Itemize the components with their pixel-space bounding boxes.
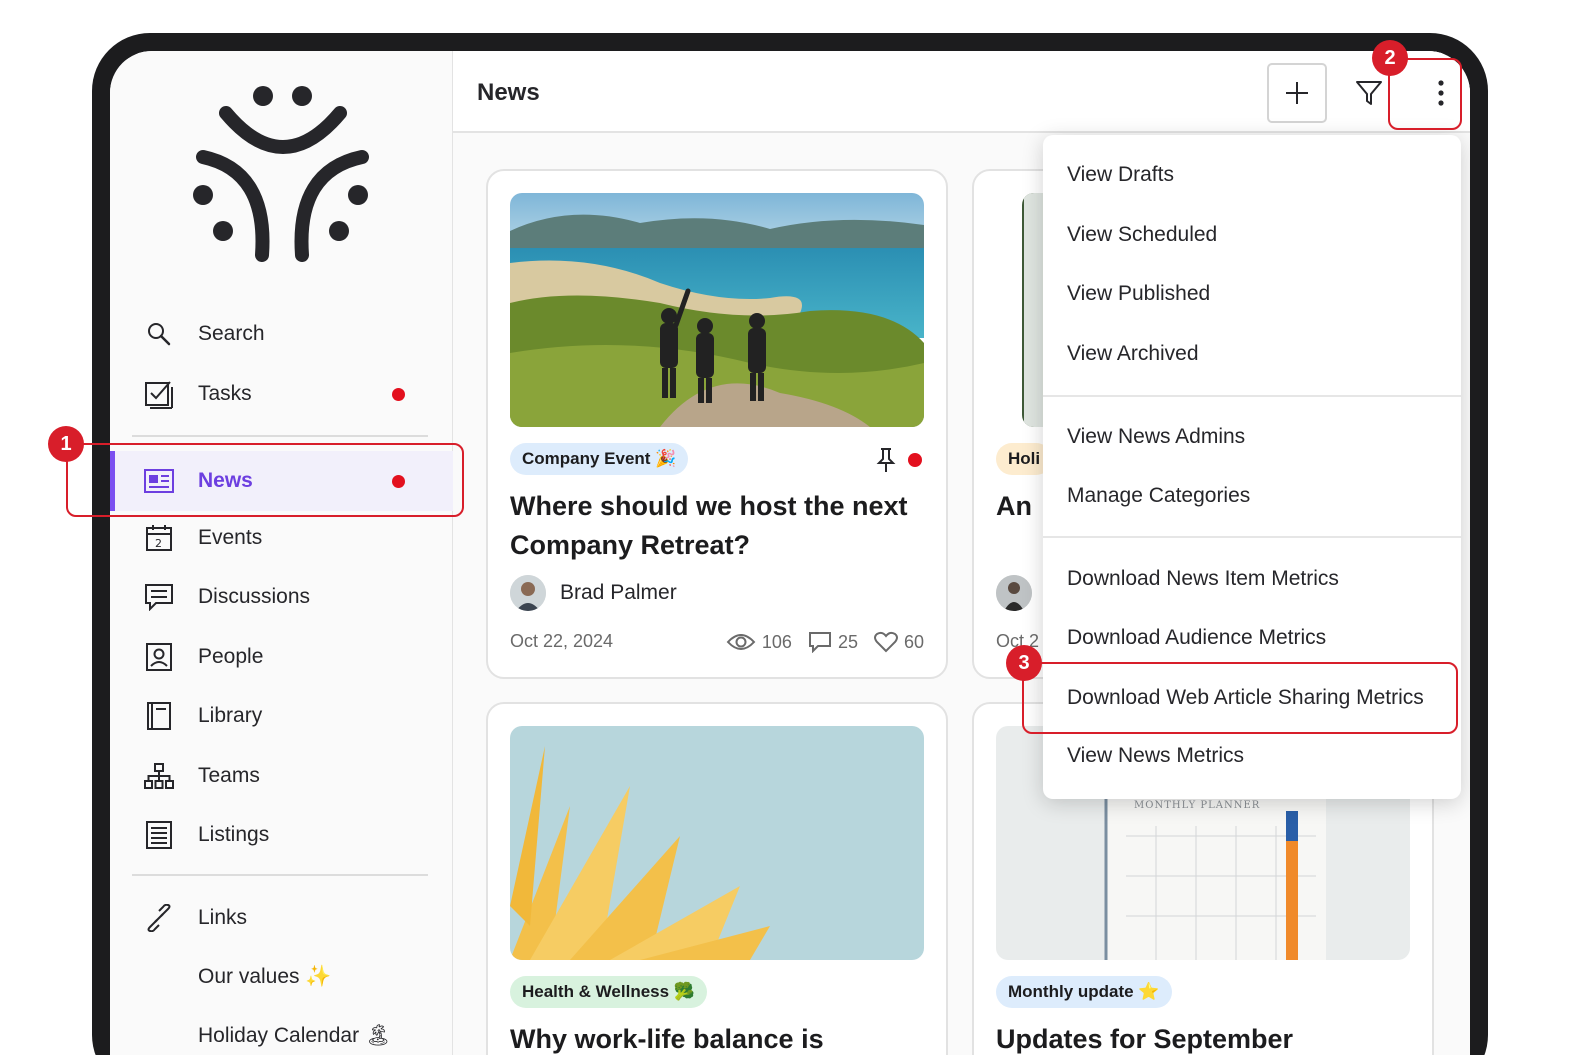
menu-divider [1043, 536, 1461, 538]
sidebar: Search Tasks News 2 Events Discussions P… [110, 51, 453, 1055]
sidebar-item-label: Tasks [198, 382, 252, 405]
sidebar-item-label: Library [198, 704, 263, 727]
tasks-icon [144, 379, 174, 409]
planner-heading: MONTHLY PLANNER [1134, 800, 1261, 811]
sidebar-item-label: Links [198, 906, 248, 929]
sidebar-divider [132, 874, 428, 876]
listings-icon [144, 820, 174, 850]
category-tag[interactable]: Monthly update ⭐ [996, 976, 1172, 1008]
sidebar-item-links[interactable]: Links [110, 891, 453, 945]
sidebar-item-teams[interactable]: Teams [110, 749, 453, 803]
sidebar-item-label: Search [198, 322, 265, 345]
highlight-download-sharing-metrics [1022, 662, 1458, 734]
menu-item-view-news-metrics[interactable]: View News Metrics [1067, 744, 1244, 768]
sidebar-item-tasks[interactable]: Tasks [110, 367, 453, 421]
news-card-author[interactable]: Brad Palmer [510, 575, 677, 611]
teams-icon [144, 761, 174, 791]
sidebar-item-label: Events [198, 526, 263, 549]
comments-count: 25 [837, 631, 858, 652]
app-logo [193, 86, 369, 262]
page-title: News [477, 79, 540, 106]
news-card[interactable]: Health & Wellness 🥦 Why work-life balanc… [486, 702, 948, 1055]
news-card[interactable]: Company Event 🎉 Where should we host the… [486, 169, 948, 679]
comment-icon [808, 631, 832, 653]
sidebar-item-label: Listings [198, 823, 270, 846]
link-icon [144, 903, 174, 933]
app-screen: Search Tasks News 2 Events Discussions P… [110, 51, 1470, 1055]
sidebar-item-label: Our values ✨ [198, 965, 332, 988]
menu-divider [1043, 395, 1461, 397]
author-name: Brad Palmer [560, 581, 677, 604]
sidebar-item-people[interactable]: People [110, 630, 453, 684]
news-card-author[interactable] [996, 575, 1032, 611]
step-badge-1: 1 [48, 426, 84, 462]
step-badge-3: 3 [1006, 645, 1042, 681]
sidebar-item-discussions[interactable]: Discussions [110, 570, 453, 624]
filter-button[interactable] [1351, 75, 1387, 111]
step-badge-2: 2 [1372, 40, 1408, 76]
page-header: News [453, 51, 1470, 133]
menu-item-download-audience-metrics[interactable]: Download Audience Metrics [1067, 626, 1326, 650]
sidebar-item-listings[interactable]: Listings [110, 808, 453, 862]
sidebar-item-search[interactable]: Search [110, 307, 453, 361]
news-card-title[interactable]: Updates for September [996, 1020, 1396, 1055]
news-card-title[interactable]: Where should we host the next Company Re… [510, 487, 910, 565]
library-icon [144, 701, 174, 731]
eye-icon [726, 632, 756, 652]
views-count: 106 [761, 631, 792, 652]
news-card-stats: 106 25 60 [726, 631, 924, 653]
sidebar-divider [132, 435, 428, 437]
svg-text:2: 2 [155, 537, 162, 550]
news-card-image [510, 726, 924, 960]
plus-icon [1286, 82, 1308, 104]
news-card-date: Oct 22, 2024 [510, 631, 614, 651]
search-icon [144, 319, 174, 349]
discussions-icon [144, 582, 174, 612]
news-card-title[interactable]: Why work-life balance is [510, 1020, 910, 1055]
menu-item-download-news-item-metrics[interactable]: Download News Item Metrics [1067, 567, 1339, 591]
filter-icon [1356, 81, 1382, 105]
highlight-news-nav [66, 443, 464, 517]
menu-item-view-published[interactable]: View Published [1067, 282, 1210, 306]
category-tag[interactable]: Health & Wellness 🥦 [510, 976, 707, 1008]
menu-item-view-drafts[interactable]: View Drafts [1067, 163, 1174, 187]
sidebar-item-label: Holiday Calendar 🏝 [198, 1024, 392, 1047]
people-icon [144, 642, 174, 672]
add-news-button[interactable] [1267, 63, 1327, 123]
sidebar-item-label: Discussions [198, 585, 311, 608]
avatar [510, 575, 546, 611]
notification-dot [392, 387, 405, 401]
likes-count: 60 [903, 631, 924, 652]
news-card-image [510, 193, 924, 427]
menu-item-manage-categories[interactable]: Manage Categories [1067, 484, 1250, 508]
menu-item-view-archived[interactable]: View Archived [1067, 342, 1199, 366]
avatar [996, 575, 1032, 611]
calendar-icon: 2 [144, 523, 174, 553]
menu-item-view-scheduled[interactable]: View Scheduled [1067, 223, 1217, 247]
sidebar-item-events[interactable]: 2 Events [110, 511, 453, 565]
main-content: News Company Event 🎉 Where should we hos… [453, 51, 1470, 1055]
category-tag[interactable]: Company Event 🎉 [510, 443, 689, 475]
sidebar-item-library[interactable]: Library [110, 689, 453, 743]
sidebar-item-holiday-calendar[interactable]: Holiday Calendar 🏝 [110, 1009, 453, 1055]
sidebar-item-our-values[interactable]: Our values ✨ [110, 950, 453, 1004]
menu-item-view-news-admins[interactable]: View News Admins [1067, 425, 1245, 449]
sidebar-item-label: Teams [198, 764, 260, 787]
sidebar-item-label: People [198, 645, 264, 668]
pin-icon [876, 448, 896, 472]
heart-icon [873, 631, 898, 653]
unread-dot [908, 453, 922, 467]
